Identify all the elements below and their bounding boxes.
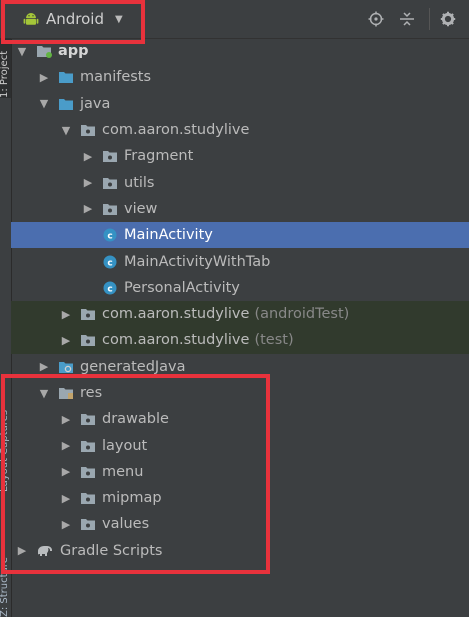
collapsed-arrow-icon[interactable]: ▶ (60, 308, 72, 321)
folder-icon (59, 72, 73, 84)
tab-layout-captures[interactable]: Layout Captures (0, 372, 11, 492)
collapsed-arrow-icon[interactable]: ▶ (82, 176, 94, 189)
collapsed-arrow-icon[interactable]: ▶ (82, 202, 94, 215)
package-icon (103, 151, 117, 163)
collapsed-arrow-icon[interactable]: ▶ (60, 334, 72, 347)
collapsed-arrow-icon[interactable]: ▶ (60, 465, 72, 478)
tree-label: com.aaron.studylive (102, 122, 250, 139)
class-icon: c (103, 281, 117, 295)
tree-label: Gradle Scripts (60, 542, 163, 559)
package-icon (103, 177, 117, 189)
tree-label: utils (124, 174, 155, 191)
collapsed-arrow-icon[interactable]: ▶ (38, 360, 50, 373)
collapsed-arrow-icon[interactable]: ▶ (16, 544, 28, 557)
collapsed-arrow-icon[interactable]: ▶ (82, 150, 94, 163)
gear-icon[interactable] (439, 10, 457, 28)
gradle-elephant-icon (38, 545, 52, 556)
tree-label: com.aaron.studylive (102, 332, 250, 349)
package-icon (81, 335, 95, 347)
tree-node-menu[interactable]: ▶ menu (11, 459, 469, 485)
collapsed-arrow-icon[interactable]: ▶ (60, 492, 72, 505)
tree-node-mipmap[interactable]: ▶ mipmap (11, 485, 469, 511)
folder-icon (81, 440, 95, 452)
toolbar-separator (429, 8, 430, 30)
expanded-arrow-icon[interactable]: ▼ (38, 387, 50, 400)
tree-node-main-activity-with-tab[interactable]: c MainActivityWithTab (11, 248, 469, 274)
folder-icon (81, 414, 95, 426)
tree-label: mipmap (102, 490, 162, 507)
tree-node-package-test[interactable]: ▶ com.aaron.studylive (test) (11, 327, 469, 354)
source-folder-icon (59, 98, 73, 110)
tree-label: generatedJava (80, 358, 186, 375)
tree-label: MainActivityWithTab (124, 253, 271, 270)
locate-icon[interactable] (367, 10, 385, 28)
tree-node-res[interactable]: ▼ res (11, 380, 469, 406)
tree-label: java (80, 95, 111, 112)
tree-label: view (124, 200, 158, 217)
android-icon (23, 13, 39, 25)
svg-text:c: c (107, 258, 112, 268)
tree-node-fragment[interactable]: ▶ Fragment (11, 143, 469, 169)
tree-node-app[interactable]: ▼ app (11, 38, 469, 64)
collapsed-arrow-icon[interactable]: ▶ (60, 439, 72, 452)
package-icon (81, 309, 95, 321)
collapsed-arrow-icon[interactable]: ▶ (60, 413, 72, 426)
svg-text:c: c (107, 284, 112, 294)
tree-node-generated-java[interactable]: ▶ generatedJava (11, 354, 469, 380)
tree-node-personal-activity[interactable]: c PersonalActivity (11, 275, 469, 301)
tree-label: app (58, 43, 89, 60)
expanded-arrow-icon[interactable]: ▼ (38, 97, 50, 110)
tab-structure[interactable]: Z: Structure (0, 520, 11, 617)
package-icon (81, 125, 95, 137)
tree-label-suffix: (androidTest) (254, 306, 350, 323)
svg-text:c: c (107, 232, 112, 242)
tree-node-gradle-scripts[interactable]: ▶ Gradle Scripts (11, 538, 469, 564)
tree-node-java[interactable]: ▼ java (11, 91, 469, 117)
tree-node-utils[interactable]: ▶ utils (11, 169, 469, 195)
tree-label: Fragment (124, 148, 194, 165)
tree-label: values (102, 516, 150, 533)
resource-folder-icon (59, 388, 73, 399)
tree-node-package-android-test[interactable]: ▶ com.aaron.studylive (androidTest) (11, 300, 469, 328)
tree-label: res (80, 385, 103, 401)
folder-icon (81, 493, 95, 505)
tab-project[interactable]: 1: Project (0, 38, 11, 98)
folder-icon (81, 519, 95, 531)
tree-label-suffix: (test) (254, 332, 294, 349)
tree-label: menu (102, 463, 144, 480)
tree-node-layout[interactable]: ▶ layout (11, 432, 469, 458)
collapsed-arrow-icon[interactable]: ▶ (38, 71, 50, 84)
tree-label: MainActivity (124, 227, 213, 244)
class-icon: c (103, 228, 117, 242)
project-tree: ▼ app ▶ manifests ▼ java ▼ com.aaron.stu… (11, 38, 469, 564)
generated-folder-icon (59, 361, 73, 373)
view-selector-label: Android (46, 10, 104, 28)
tree-label: manifests (80, 69, 152, 86)
tree-node-main-activity[interactable]: c MainActivity (11, 222, 469, 249)
expanded-arrow-icon[interactable]: ▼ (60, 124, 72, 137)
tree-label: layout (102, 437, 148, 454)
chevron-down-icon: ▼ (115, 13, 123, 25)
tree-node-package-main[interactable]: ▼ com.aaron.studylive (11, 117, 469, 143)
tree-label: PersonalActivity (124, 279, 240, 296)
tree-node-drawable[interactable]: ▶ drawable (11, 406, 469, 432)
project-toolbar: Android ▼ (11, 0, 469, 39)
tree-node-view[interactable]: ▶ view (11, 196, 469, 222)
class-icon: c (103, 255, 117, 269)
tree-node-values[interactable]: ▶ values (11, 511, 469, 537)
package-icon (103, 203, 117, 215)
tree-label: drawable (102, 411, 169, 428)
folder-icon (81, 466, 95, 478)
tree-node-manifests[interactable]: ▶ manifests (11, 64, 469, 90)
expanded-arrow-icon[interactable]: ▼ (16, 45, 28, 58)
tree-label: com.aaron.studylive (102, 306, 250, 323)
collapse-all-icon[interactable] (398, 10, 416, 28)
view-selector-dropdown[interactable]: Android ▼ (23, 8, 123, 30)
module-folder-icon (37, 46, 52, 59)
collapsed-arrow-icon[interactable]: ▶ (60, 518, 72, 531)
